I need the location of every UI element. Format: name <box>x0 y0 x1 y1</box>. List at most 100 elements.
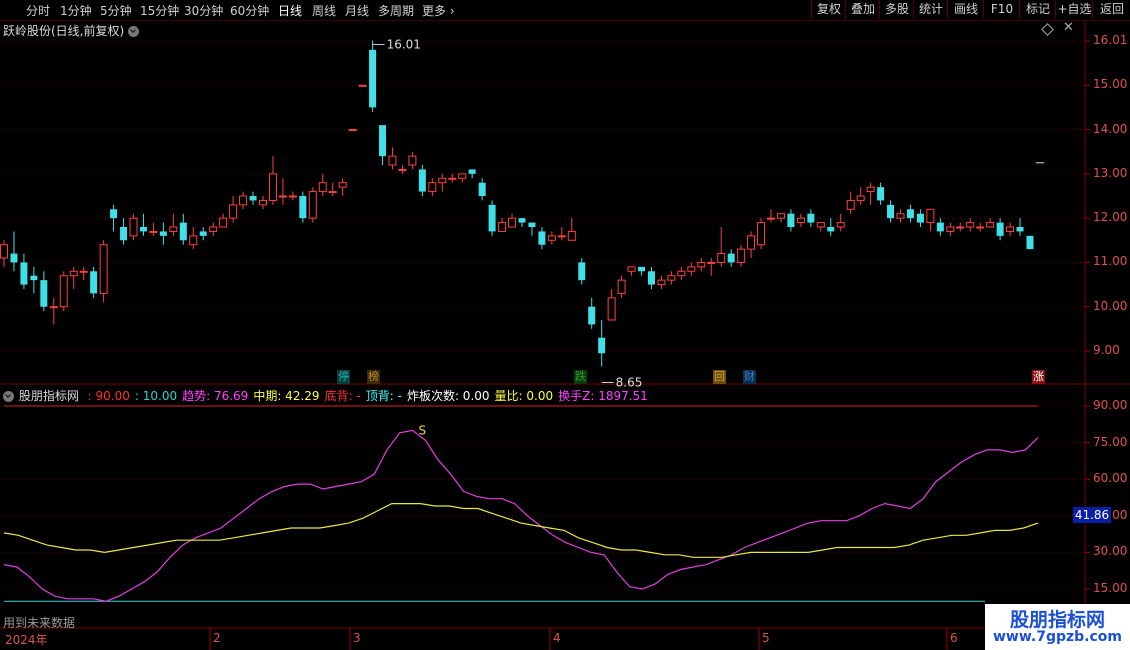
candle-body <box>408 155 417 166</box>
candle-body <box>887 204 895 219</box>
candle-body <box>757 222 766 246</box>
event-badge[interactable]: 财 <box>743 370 756 384</box>
candle-body <box>638 266 646 272</box>
candle-body <box>288 195 297 198</box>
indicator-param-4: 底背: - <box>324 389 361 403</box>
candle-body <box>916 213 924 223</box>
indicator-tick-label: 60.00 <box>1093 471 1128 486</box>
candle-body <box>657 279 666 286</box>
candle-body <box>557 235 566 238</box>
watermark-url: www.7gpzb.com <box>992 629 1122 645</box>
candle-body <box>258 199 267 206</box>
month-label: 3 <box>353 631 361 645</box>
indicator-param-8: 换手Z: 1897.51 <box>558 389 648 403</box>
candle-body <box>99 244 108 294</box>
candle-body <box>278 195 287 198</box>
candle-body <box>348 129 357 132</box>
candle-body <box>796 217 805 224</box>
candle-body <box>747 235 756 250</box>
mid-term-line <box>3 503 1039 558</box>
candle-body <box>149 230 158 233</box>
candle-body <box>438 177 447 184</box>
candle-body <box>776 213 785 219</box>
candle-body <box>90 271 98 294</box>
candle-body <box>428 182 437 193</box>
candle-body <box>906 209 914 219</box>
event-badge[interactable]: 涨 <box>1032 370 1045 384</box>
candle-body <box>199 231 207 236</box>
candle-body <box>846 199 855 210</box>
candle-body <box>647 271 655 285</box>
candle-body <box>120 227 128 241</box>
candle-body <box>299 196 307 219</box>
indicator-param-7: 量比: 0.00 <box>494 389 554 403</box>
candle-body <box>10 253 18 263</box>
candle-body <box>936 222 944 232</box>
candle-body <box>1026 235 1034 250</box>
candle-body <box>488 204 496 232</box>
candle-body <box>508 217 517 228</box>
current-value-tag: 41.86 <box>1073 507 1111 523</box>
indicator-tick-label: 75.00 <box>1093 434 1128 449</box>
event-badge[interactable]: 榜 <box>367 370 380 384</box>
candle-body <box>528 222 536 227</box>
candle-body <box>687 266 696 272</box>
candle-body <box>677 270 686 277</box>
candle-body <box>458 173 467 179</box>
candle-body <box>468 169 476 174</box>
candle-body <box>866 186 875 193</box>
candle-body <box>478 182 486 196</box>
candle-body <box>697 261 706 268</box>
candle-body <box>129 217 138 237</box>
candle-body <box>388 155 397 166</box>
event-badge[interactable]: 回 <box>713 370 726 384</box>
candle-body <box>567 230 576 241</box>
candle-body <box>358 84 367 87</box>
candle-body <box>727 253 735 263</box>
indicator-tick-label: 90.00 <box>1093 398 1128 412</box>
candle-body <box>20 262 28 285</box>
candle-body <box>836 222 845 228</box>
candle-body <box>956 226 965 229</box>
candle-body <box>856 195 865 201</box>
candle-body <box>79 270 88 273</box>
candle-body <box>667 275 676 281</box>
month-label: 2 <box>213 631 221 645</box>
high-label: 16.01 <box>387 38 421 52</box>
future-data-note: 用到未来数据 <box>3 616 76 630</box>
candle-body <box>518 218 526 223</box>
kline-chart[interactable]: 16.018.65S <box>0 0 1130 650</box>
candle-body <box>229 204 238 219</box>
candle-body <box>328 191 337 194</box>
candle-body <box>189 235 198 246</box>
signal-label: S <box>418 423 426 437</box>
candle-body <box>588 306 596 325</box>
candle-body <box>717 253 726 263</box>
candle-body <box>1016 227 1024 232</box>
candle-body <box>877 187 885 201</box>
candle-body <box>498 222 507 232</box>
candle-body <box>219 217 228 228</box>
candle-body <box>1006 226 1015 232</box>
candle-body <box>338 182 347 188</box>
candle-body <box>896 213 905 219</box>
candle-body <box>379 125 387 157</box>
chevron-down-icon[interactable] <box>3 391 14 402</box>
candle-body <box>308 191 317 219</box>
candle-body <box>996 222 1004 236</box>
indicator-legend[interactable]: 股朋指标网 : 90.00: 10.00 趋势: 76.69 中期: 42.29 底背… <box>3 387 649 404</box>
candle-body <box>59 275 68 308</box>
candle-body <box>418 169 426 192</box>
event-badge[interactable]: 跌 <box>574 370 587 384</box>
indicator-param-2: 趋势: 76.69 <box>182 389 249 403</box>
indicator-param-0: : 90.00 <box>87 389 130 403</box>
month-label: 4 <box>553 631 561 645</box>
candle-body <box>607 297 616 321</box>
candle-body <box>627 266 636 272</box>
candle-body <box>49 306 58 309</box>
event-badge[interactable]: 停 <box>337 370 350 384</box>
indicator-param-1: : 10.00 <box>134 389 178 403</box>
candle-body <box>538 231 546 245</box>
candle-body <box>737 248 746 263</box>
candle-body <box>318 182 327 193</box>
